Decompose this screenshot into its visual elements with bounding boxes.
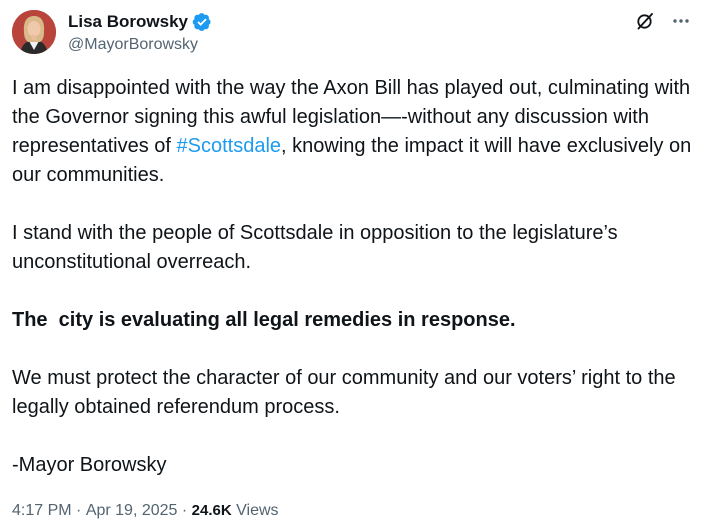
tweet-time[interactable]: 4:17 PM	[12, 499, 72, 523]
tweet-meta: 4:17 PM · Apr 19, 2025 · 24.6K Views	[12, 499, 279, 523]
avatar-image	[12, 10, 56, 54]
tweet: Lisa Borowsky @MayorBorowsky I am disapp…	[0, 0, 704, 531]
verified-badge-icon	[192, 12, 212, 32]
author-name-row: Lisa Borowsky	[68, 10, 212, 34]
more-icon[interactable]	[670, 10, 692, 32]
display-name[interactable]: Lisa Borowsky	[68, 10, 188, 34]
tweet-top-actions	[634, 10, 692, 32]
avatar[interactable]	[12, 10, 56, 54]
tweet-paragraph-1: I am disappointed with the way the Axon …	[12, 74, 696, 190]
views-count: 24.6K	[191, 502, 232, 519]
tweet-signature: -Mayor Borowsky	[12, 454, 167, 476]
grok-icon[interactable]	[634, 10, 656, 32]
tweet-paragraph-3: The city is evaluating all legal remedie…	[12, 309, 516, 331]
meta-separator: ·	[71, 502, 86, 519]
author-handle[interactable]: @MayorBorowsky	[68, 35, 198, 55]
hashtag-link-scottsdale[interactable]: #Scottsdale	[177, 135, 282, 157]
tweet-text: I am disappointed with the way the Axon …	[12, 74, 696, 480]
tweet-paragraph-2: I stand with the people of Scottsdale in…	[12, 222, 624, 273]
views-label: Views	[231, 502, 279, 519]
tweet-paragraph-4: We must protect the character of our com…	[12, 367, 682, 418]
meta-separator: ·	[177, 502, 192, 519]
tweet-date[interactable]: Apr 19, 2025	[86, 499, 178, 523]
